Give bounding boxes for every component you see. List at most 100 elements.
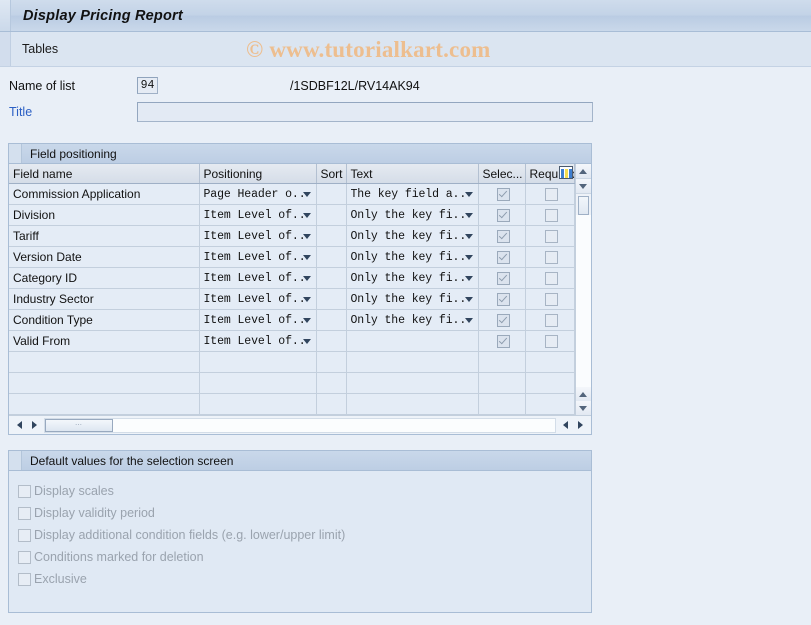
- cell-sort[interactable]: [316, 268, 346, 289]
- chevron-down-icon[interactable]: [465, 297, 473, 302]
- cell-field-name[interactable]: [9, 352, 199, 373]
- cell-required[interactable]: [525, 373, 574, 394]
- cell-select[interactable]: [478, 373, 525, 394]
- table-row[interactable]: Valid FromItem Level of...: [9, 331, 574, 352]
- col-header-field-name[interactable]: Field name: [9, 164, 199, 184]
- cell-sort[interactable]: [316, 226, 346, 247]
- cell-select[interactable]: [478, 268, 525, 289]
- cell-text[interactable]: Only the key fi...: [346, 268, 478, 289]
- cell-text[interactable]: [346, 373, 478, 394]
- scrollbar-thumb[interactable]: [578, 196, 590, 215]
- cell-positioning[interactable]: Item Level of...: [199, 247, 316, 268]
- cell-text[interactable]: The key field a...: [346, 184, 478, 205]
- chevron-down-icon[interactable]: [465, 234, 473, 239]
- hscroll-next-button[interactable]: [573, 418, 588, 433]
- cell-text[interactable]: Only the key fi...: [346, 205, 478, 226]
- chevron-down-icon[interactable]: [303, 318, 311, 323]
- cell-positioning[interactable]: [199, 352, 316, 373]
- default-option-row[interactable]: Display validity period: [18, 502, 591, 524]
- cell-field-name[interactable]: Valid From: [9, 331, 199, 352]
- cell-required[interactable]: [525, 184, 574, 205]
- cell-positioning[interactable]: Item Level of...: [199, 205, 316, 226]
- table-settings-icon[interactable]: [559, 166, 573, 182]
- chevron-down-icon[interactable]: [303, 276, 311, 281]
- cell-positioning[interactable]: Item Level of...: [199, 226, 316, 247]
- table-row[interactable]: [9, 373, 574, 394]
- cell-required[interactable]: [525, 352, 574, 373]
- default-option-checkbox[interactable]: [18, 551, 31, 564]
- cell-sort[interactable]: [316, 247, 346, 268]
- cell-sort[interactable]: [316, 373, 346, 394]
- table-row[interactable]: Version DateItem Level of... Only the key…: [9, 247, 574, 268]
- cell-field-name[interactable]: Tariff: [9, 226, 199, 247]
- chevron-down-icon[interactable]: [303, 192, 311, 197]
- name-of-list-input[interactable]: 94: [137, 77, 158, 94]
- table-row[interactable]: Industry SectorItem Level of...Only the …: [9, 289, 574, 310]
- chevron-down-icon[interactable]: [465, 192, 473, 197]
- cell-select[interactable]: [478, 394, 525, 415]
- cell-positioning[interactable]: [199, 373, 316, 394]
- default-option-checkbox[interactable]: [18, 507, 31, 520]
- default-option-checkbox[interactable]: [18, 573, 31, 586]
- hscroll-right-button[interactable]: [27, 418, 42, 433]
- cell-text[interactable]: Only the key fi...: [346, 226, 478, 247]
- cell-required[interactable]: [525, 394, 574, 415]
- cell-select[interactable]: [478, 247, 525, 268]
- required-checkbox[interactable]: [545, 209, 558, 222]
- select-checkbox[interactable]: [497, 251, 510, 264]
- cell-required[interactable]: [525, 247, 574, 268]
- chevron-down-icon[interactable]: [465, 213, 473, 218]
- cell-select[interactable]: [478, 352, 525, 373]
- cell-field-name[interactable]: Version Date: [9, 247, 199, 268]
- chevron-down-icon[interactable]: [303, 255, 311, 260]
- chevron-down-icon[interactable]: [303, 213, 311, 218]
- default-option-row[interactable]: Display additional condition fields (e.g…: [18, 524, 591, 546]
- cell-field-name[interactable]: Category ID: [9, 268, 199, 289]
- select-checkbox[interactable]: [497, 209, 510, 222]
- table-row[interactable]: [9, 394, 574, 415]
- cell-select[interactable]: [478, 226, 525, 247]
- col-header-sort[interactable]: Sort: [316, 164, 346, 184]
- table-row[interactable]: [9, 352, 574, 373]
- scroll-page-down-button[interactable]: [576, 401, 592, 415]
- required-checkbox[interactable]: [545, 188, 558, 201]
- hscroll-track[interactable]: ⋯: [44, 418, 556, 433]
- col-header-text[interactable]: Text: [346, 164, 478, 184]
- cell-sort[interactable]: [316, 184, 346, 205]
- chevron-down-icon[interactable]: [303, 234, 311, 239]
- default-option-checkbox[interactable]: [18, 485, 31, 498]
- cell-select[interactable]: [478, 331, 525, 352]
- cell-required[interactable]: [525, 331, 574, 352]
- cell-required[interactable]: [525, 226, 574, 247]
- table-row[interactable]: TariffItem Level of... Only the key fi...: [9, 226, 574, 247]
- cell-field-name[interactable]: Division: [9, 205, 199, 226]
- cell-required[interactable]: [525, 268, 574, 289]
- cell-positioning[interactable]: Item Level of...: [199, 268, 316, 289]
- col-header-positioning[interactable]: Positioning: [199, 164, 316, 184]
- scrollbar-track[interactable]: [576, 215, 592, 387]
- cell-positioning[interactable]: [199, 394, 316, 415]
- cell-sort[interactable]: [316, 205, 346, 226]
- chevron-down-icon[interactable]: [465, 276, 473, 281]
- default-option-row[interactable]: Exclusive: [18, 568, 591, 590]
- cell-field-name[interactable]: Condition Type: [9, 310, 199, 331]
- cell-positioning[interactable]: Page Header o...: [199, 184, 316, 205]
- select-checkbox[interactable]: [497, 188, 510, 201]
- default-option-row[interactable]: Conditions marked for deletion: [18, 546, 591, 568]
- cell-select[interactable]: [478, 289, 525, 310]
- cell-text[interactable]: Only the key fi...: [346, 289, 478, 310]
- required-checkbox[interactable]: [545, 314, 558, 327]
- table-row[interactable]: Category IDItem Level of... Only the key …: [9, 268, 574, 289]
- select-checkbox[interactable]: [497, 272, 510, 285]
- table-vertical-scrollbar[interactable]: [575, 164, 592, 415]
- title-label[interactable]: Title: [9, 105, 137, 119]
- required-checkbox[interactable]: [545, 293, 558, 306]
- select-checkbox[interactable]: [497, 314, 510, 327]
- col-header-required[interactable]: Required: [525, 164, 574, 184]
- cell-text[interactable]: [346, 394, 478, 415]
- required-checkbox[interactable]: [545, 251, 558, 264]
- cell-select[interactable]: [478, 184, 525, 205]
- select-checkbox[interactable]: [497, 293, 510, 306]
- cell-text[interactable]: Only the key fi...: [346, 247, 478, 268]
- table-row[interactable]: DivisionItem Level of... Only the key fi.…: [9, 205, 574, 226]
